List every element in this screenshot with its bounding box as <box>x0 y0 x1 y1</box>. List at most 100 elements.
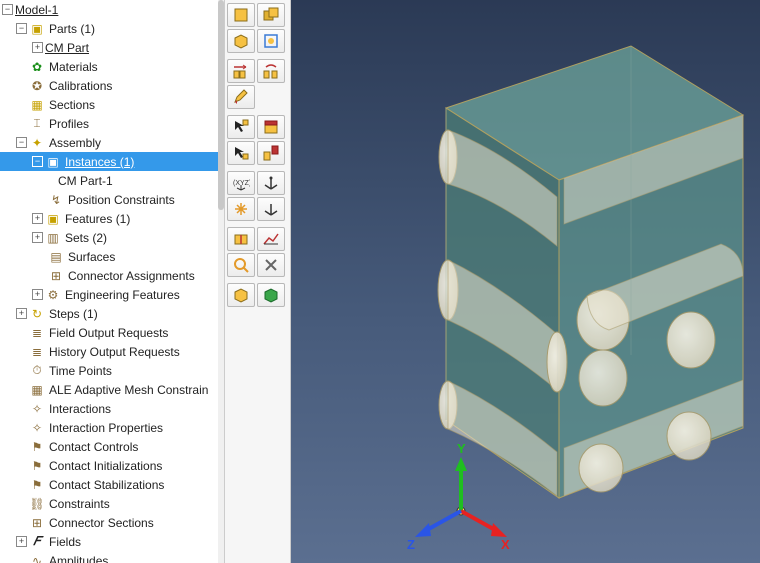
tree-label-amplitudes: Amplitudes <box>49 554 108 563</box>
tree-node-field-output[interactable]: ≣ Field Output Requests <box>0 323 218 342</box>
tool-datum-point[interactable] <box>257 171 285 195</box>
tree-node-contact-stab[interactable]: ⚑ Contact Stabilizations <box>0 475 218 494</box>
connector-assignments-icon: ⊞ <box>48 268 64 284</box>
tree-node-instances[interactable]: − ▣ Instances (1) <box>0 152 218 171</box>
tree-node-assembly[interactable]: − ✦ Assembly <box>0 133 218 152</box>
amplitudes-icon: ∿ <box>29 553 45 563</box>
tree-node-model[interactable]: − Model-1 <box>0 0 218 19</box>
spacer-icon <box>16 441 27 452</box>
tree-node-sets[interactable]: + ▥ Sets (2) <box>0 228 218 247</box>
tree-node-connector-sections[interactable]: ⊞ Connector Sections <box>0 513 218 532</box>
tree-node-amplitudes[interactable]: ∿ Amplitudes <box>0 551 218 563</box>
tree-node-profiles[interactable]: ⌶ Profiles <box>0 114 218 133</box>
tree-label-cm-part-1: CM Part-1 <box>58 174 113 188</box>
position-constraints-icon: ↯ <box>48 192 64 208</box>
tool-tools[interactable] <box>257 253 285 277</box>
tree-label-time-points: Time Points <box>49 364 112 378</box>
tree-node-sections[interactable]: ▦ Sections <box>0 95 218 114</box>
tree-scrollbar-thumb[interactable] <box>218 0 224 210</box>
tree-node-calibrations[interactable]: ✪ Calibrations <box>0 76 218 95</box>
expand-icon[interactable]: + <box>32 232 43 243</box>
tree-label-contact-init: Contact Initializations <box>49 459 162 473</box>
tree-node-parts[interactable]: − ▣ Parts (1) <box>0 19 218 38</box>
tool-translate[interactable] <box>227 141 255 165</box>
tool-wireframe[interactable] <box>257 227 285 251</box>
tree-label-connector-assignments: Connector Assignments <box>68 269 195 283</box>
tool-create-part[interactable] <box>227 3 255 27</box>
tree-node-ale[interactable]: ▦ ALE Adaptive Mesh Constrain <box>0 380 218 399</box>
profiles-icon: ⌶ <box>29 116 45 132</box>
tool-visibility[interactable] <box>257 283 285 307</box>
tool-select-options[interactable] <box>227 115 255 139</box>
collapse-icon[interactable]: − <box>2 4 13 15</box>
tree-node-constraints[interactable]: ⛓ Constraints <box>0 494 218 513</box>
tree-node-fields[interactable]: + 𝐹 Fields <box>0 532 218 551</box>
constraints-icon: ⛓ <box>29 496 45 512</box>
tree-node-contact-init[interactable]: ⚑ Contact Initializations <box>0 456 218 475</box>
triad-z-label: Z <box>407 537 415 551</box>
spacer-icon <box>16 346 27 357</box>
tree-label-surfaces: Surfaces <box>68 250 115 264</box>
tool-datum-csys[interactable]: (XYZ) <box>227 171 255 195</box>
tool-color-code[interactable] <box>227 283 255 307</box>
tool-create-instance[interactable] <box>227 29 255 53</box>
spacer-icon <box>16 61 27 72</box>
expand-icon[interactable]: + <box>16 308 27 319</box>
tree-scrollbar[interactable] <box>218 0 224 563</box>
tree-node-cm-part-1[interactable]: CM Part-1 <box>0 171 218 190</box>
steps-icon: ↻ <box>29 306 45 322</box>
tool-query[interactable] <box>227 253 255 277</box>
tree-label-sections: Sections <box>49 98 95 112</box>
viewport-3d[interactable]: Y X Z <box>291 0 760 563</box>
tree-node-cm-part[interactable]: + CM Part <box>0 38 218 57</box>
tool-merge[interactable] <box>227 197 255 221</box>
tree-node-surfaces[interactable]: ▤ Surfaces <box>0 247 218 266</box>
tool-rotate[interactable] <box>257 141 285 165</box>
expand-icon[interactable]: + <box>32 289 43 300</box>
tree-node-steps[interactable]: + ↻ Steps (1) <box>0 304 218 323</box>
expand-icon[interactable]: + <box>32 42 43 53</box>
spacer-icon <box>16 365 27 376</box>
tool-edit[interactable] <box>227 85 255 109</box>
parts-icon: ▣ <box>29 21 45 37</box>
tree-node-materials[interactable]: ✿ Materials <box>0 57 218 76</box>
tree-node-contact-controls[interactable]: ⚑ Contact Controls <box>0 437 218 456</box>
tree-node-features[interactable]: + ▣ Features (1) <box>0 209 218 228</box>
spacer-icon <box>16 403 27 414</box>
collapse-icon[interactable]: − <box>32 156 43 167</box>
tree-node-history-output[interactable]: ≣ History Output Requests <box>0 342 218 361</box>
tool-radial-pattern[interactable] <box>257 59 285 83</box>
tree-node-time-points[interactable]: ⏱ Time Points <box>0 361 218 380</box>
toolbox: (XYZ) <box>225 0 291 563</box>
tree-node-interactions[interactable]: ✧ Interactions <box>0 399 218 418</box>
collapse-icon[interactable]: − <box>16 23 27 34</box>
tree-node-interaction-properties[interactable]: ✧ Interaction Properties <box>0 418 218 437</box>
tool-partition[interactable] <box>227 227 255 251</box>
tree-node-position-constraints[interactable]: ↯ Position Constraints <box>0 190 218 209</box>
tool-highlight[interactable] <box>257 115 285 139</box>
tree-node-engineering-features[interactable]: + ⚙ Engineering Features <box>0 285 218 304</box>
spacer-icon <box>16 99 27 110</box>
tool-mesh[interactable] <box>257 197 285 221</box>
spacer-icon <box>16 327 27 338</box>
tree-label-assembly: Assembly <box>49 136 101 150</box>
tree-label-field-output: Field Output Requests <box>49 326 168 340</box>
model-tree[interactable]: − Model-1 − ▣ Parts (1) + CM Part ✿ Mate… <box>0 0 218 563</box>
assembly-icon: ✦ <box>29 135 45 151</box>
expand-icon[interactable]: + <box>16 536 27 547</box>
tree-label-instances: Instances (1) <box>65 155 134 169</box>
tree-label-position-constraints: Position Constraints <box>68 193 175 207</box>
tool-part-manager[interactable] <box>257 3 285 27</box>
tool-instance-tool[interactable] <box>257 29 285 53</box>
tree-label-sets: Sets (2) <box>65 231 107 245</box>
tree-label-steps: Steps (1) <box>49 307 98 321</box>
tree-label-history-output: History Output Requests <box>49 345 180 359</box>
tree-label-contact-stab: Contact Stabilizations <box>49 478 164 492</box>
spacer-icon <box>16 80 27 91</box>
expand-icon[interactable]: + <box>32 213 43 224</box>
surfaces-icon: ▤ <box>48 249 64 265</box>
tool-linear-pattern[interactable] <box>227 59 255 83</box>
collapse-icon[interactable]: − <box>16 137 27 148</box>
triad-x-label: X <box>501 537 510 551</box>
tree-node-connector-assignments[interactable]: ⊞ Connector Assignments <box>0 266 218 285</box>
